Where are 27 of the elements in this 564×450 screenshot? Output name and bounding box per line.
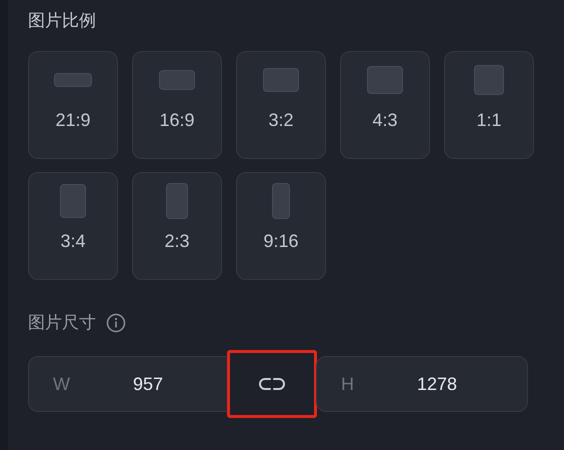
ratio-shape-icon — [272, 183, 290, 219]
info-icon[interactable] — [106, 313, 126, 333]
ratio-option[interactable]: 3:4 — [28, 172, 118, 280]
width-field[interactable]: W 957 — [28, 356, 228, 412]
ratio-option[interactable]: 1:1 — [444, 51, 534, 159]
height-prefix: H — [341, 372, 355, 396]
height-value: 1278 — [417, 372, 458, 396]
width-value: 957 — [133, 372, 164, 396]
link-icon — [258, 377, 286, 391]
section-title: 图片比例 — [28, 10, 97, 32]
section-title: 图片尺寸 — [28, 312, 96, 334]
ratio-shape-icon — [166, 183, 188, 219]
width-prefix: W — [53, 372, 71, 396]
ratio-shape-icon — [367, 66, 403, 94]
ratio-option[interactable]: 3:2 — [236, 51, 326, 159]
ratio-option[interactable]: 2:3 — [132, 172, 222, 280]
ratio-shape-icon — [54, 73, 92, 87]
ratio-shape-icon — [474, 65, 504, 95]
ratio-shape-icon — [263, 68, 299, 92]
ratio-shape-icon — [60, 184, 86, 218]
ratio-option[interactable]: 4:3 — [340, 51, 430, 159]
link-ratio-button[interactable] — [227, 350, 317, 418]
ratio-option[interactable]: 9:16 — [236, 172, 326, 280]
ratio-option[interactable]: 16:9 — [132, 51, 222, 159]
ratio-shape-icon — [159, 70, 195, 90]
height-field[interactable]: H 1278 — [316, 356, 528, 412]
ratio-option[interactable]: 21:9 — [28, 51, 118, 159]
